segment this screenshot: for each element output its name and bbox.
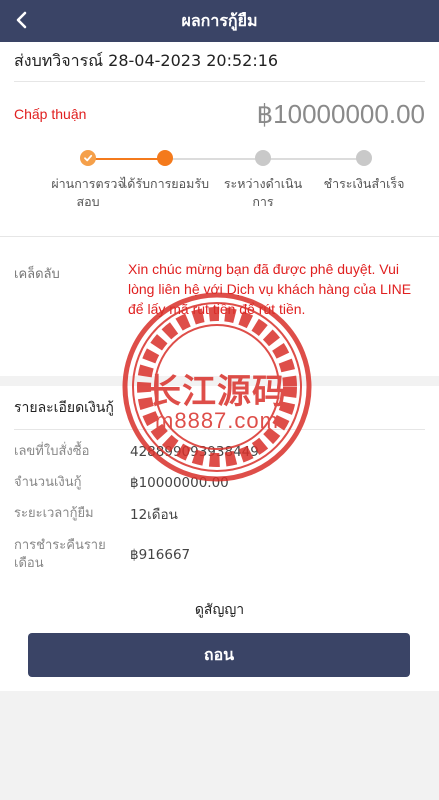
tips-label: เคล็ดลับ xyxy=(14,267,60,282)
step-dot xyxy=(255,150,271,166)
detail-key: การชำระคืนรายเดือน xyxy=(14,538,106,571)
submission-time: ส่งบทวิจารณ์ 28-04-2023 20:52:16 xyxy=(14,42,425,82)
detail-value: 12เดือน xyxy=(130,506,178,523)
step-paid: ชำระเงินสำเร็จ xyxy=(319,150,409,193)
step-label: ชำระเงินสำเร็จ xyxy=(323,176,405,191)
withdraw-wrap: ถอน xyxy=(14,621,425,691)
detail-key: จำนวนเงินกู้ xyxy=(14,474,82,490)
detail-value: ฿10000000.00 xyxy=(130,474,229,491)
back-arrow-icon[interactable] xyxy=(10,8,34,32)
detail-value: 428899093938449 xyxy=(130,443,259,460)
loan-amount: ฿10000000.00 xyxy=(256,98,425,129)
tips-message: Xin chúc mừng bạn đã được phê duyệt. Vui… xyxy=(128,261,412,317)
detail-row-order-number: เลขที่ใบสั่งซื้อ 428899093938449 xyxy=(14,436,425,467)
detail-row-monthly-repayment: การชำระคืนรายเดือน ฿916667 xyxy=(14,529,425,577)
detail-row-loan-term: ระยะเวลากู้ยืม 12เดือน xyxy=(14,498,425,529)
step-dot xyxy=(356,150,372,166)
detail-row-loan-amount: จำนวนเงินกู้ ฿10000000.00 xyxy=(14,467,425,498)
section-gap xyxy=(0,376,439,386)
step-label: ได้รับการยอมรับ xyxy=(120,176,210,191)
page-title: ผลการกู้ยืม xyxy=(181,10,258,30)
loan-status-card: ส่งบทวิจารณ์ 28-04-2023 20:52:16 Chấp th… xyxy=(0,42,439,236)
status-row: Chấp thuận ฿10000000.00 xyxy=(14,82,425,146)
detail-key: เลขที่ใบสั่งซื้อ xyxy=(14,443,90,459)
progress-steps: ผ่านการตรวจสอบ ได้รับการยอมรับ ระหว่างดำ… xyxy=(14,146,425,218)
details-title: รายละเอียดเงินกู้ xyxy=(14,386,425,430)
status-label: Chấp thuận xyxy=(14,106,87,122)
step-processing: ระหว่างดำเนินการ xyxy=(218,150,308,211)
detail-value: ฿916667 xyxy=(130,547,191,563)
view-contract-link[interactable]: ดูสัญญา xyxy=(14,599,425,621)
step-accepted: ได้รับการยอมรับ xyxy=(120,150,210,193)
step-label: ระหว่างดำเนินการ xyxy=(223,176,303,209)
step-dot xyxy=(157,150,173,166)
check-icon xyxy=(80,150,96,166)
top-bar: ผลการกู้ยืม xyxy=(0,0,439,42)
tips-card: เคล็ดลับ Xin chúc mừng bạn đã được phê d… xyxy=(0,236,439,376)
detail-key: ระยะเวลากู้ยืม xyxy=(14,505,94,521)
withdraw-button[interactable]: ถอน xyxy=(28,633,410,677)
loan-details-card: รายละเอียดเงินกู้ เลขที่ใบสั่งซื้อ 42889… xyxy=(0,386,439,691)
